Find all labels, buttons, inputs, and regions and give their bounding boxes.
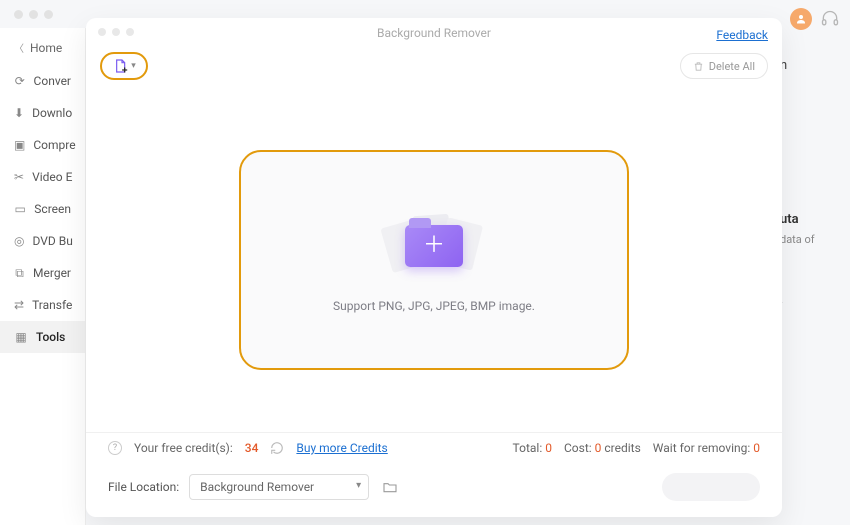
compress-icon: ▣ (14, 138, 25, 152)
buy-credits-link[interactable]: Buy more Credits (296, 441, 387, 455)
home-label: Home (30, 41, 62, 55)
refresh-icon[interactable] (270, 441, 284, 455)
file-plus-icon (112, 58, 128, 74)
grid-icon: ▦ (14, 330, 28, 344)
file-location-label: File Location: (108, 480, 179, 494)
folder-plus-icon: ＋ (405, 225, 463, 267)
support-text: Support PNG, JPG, JPEG, BMP image. (333, 299, 535, 313)
transfer-icon: ⇄ (14, 298, 24, 312)
loop-icon: ⟳ (14, 74, 26, 88)
file-location-select[interactable]: Background Remover (189, 474, 369, 500)
toolbar: ▾ Delete All (86, 48, 782, 88)
sidebar-item-compress[interactable]: ▣Compre (0, 129, 85, 161)
sidebar-item-tools[interactable]: ▦Tools (0, 321, 85, 353)
drop-area[interactable]: ＋ Support PNG, JPG, JPEG, BMP image. (239, 150, 629, 370)
folder-illustration: ＋ (374, 207, 494, 285)
sidebar-item-download[interactable]: ⬇Downlo (0, 97, 85, 129)
sidebar-item-screen[interactable]: ▭Screen (0, 193, 85, 225)
add-file-button[interactable]: ▾ (100, 52, 148, 80)
modal-window-controls[interactable] (98, 28, 134, 36)
disc-icon: ◎ (14, 234, 24, 248)
wait-stat: Wait for removing: 0 (653, 441, 760, 455)
scissors-icon: ✂ (14, 170, 24, 184)
folder-icon (382, 479, 398, 495)
sidebar-item-dvd[interactable]: ◎DVD Bu (0, 225, 85, 257)
screen-icon: ▭ (14, 202, 26, 216)
credits-value: 34 (245, 441, 259, 455)
trash-icon (693, 61, 704, 72)
chevron-down-icon: ▾ (131, 61, 136, 71)
window-controls (14, 10, 53, 19)
download-icon: ⬇ (14, 106, 24, 120)
sidebar-item-video-edit[interactable]: ✂Video E (0, 161, 85, 193)
cost-stat: Cost: 0 credits (564, 441, 641, 455)
background-fragments: n uta data of . (780, 58, 840, 306)
bottom-bar: File Location: Background Remover ▾ (86, 463, 782, 517)
merge-icon: ⧉ (14, 266, 25, 280)
file-location-select-wrap: Background Remover ▾ (189, 474, 369, 500)
home-link[interactable]: 〈 Home (0, 34, 85, 65)
topright (790, 8, 840, 30)
total-stat: Total: 0 (513, 441, 552, 455)
modal-title: Background Remover (86, 18, 782, 48)
delete-all-label: Delete All (709, 60, 755, 73)
delete-all-button[interactable]: Delete All (680, 53, 768, 79)
chevron-left-icon: 〈 (14, 40, 24, 55)
credits-bar: ? Your free credit(s): 34 Buy more Credi… (86, 432, 782, 463)
sidebar-item-convert[interactable]: ⟳Conver (0, 65, 85, 97)
support-icon[interactable] (820, 9, 840, 29)
drop-wrap: ＋ Support PNG, JPG, JPEG, BMP image. (86, 88, 782, 432)
feedback-link[interactable]: Feedback (716, 28, 768, 42)
sidebar-item-transfer[interactable]: ⇄Transfe (0, 289, 85, 321)
open-folder-button[interactable] (379, 476, 401, 498)
help-icon[interactable]: ? (108, 441, 122, 455)
credits-label: Your free credit(s): (134, 441, 233, 455)
sidebar: 〈 Home ⟳Conver ⬇Downlo ▣Compre ✂Video E … (0, 28, 86, 525)
background-remover-window: Background Remover Feedback ▾ Delete All… (86, 18, 782, 517)
avatar[interactable] (790, 8, 812, 30)
primary-action-button[interactable] (662, 473, 760, 501)
sidebar-item-merger[interactable]: ⧉Merger (0, 257, 85, 289)
